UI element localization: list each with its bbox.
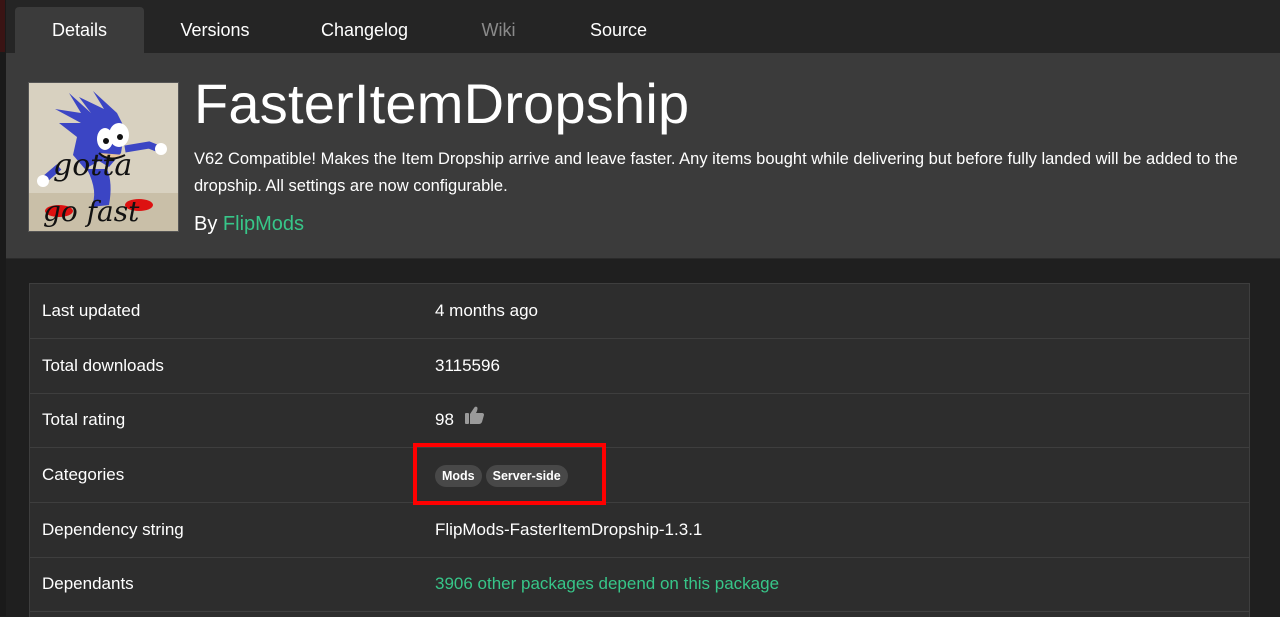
rating-value: 98 (435, 410, 454, 429)
tab-bar: Details Versions Changelog Wiki Source (6, 0, 1280, 53)
dependency-string-value[interactable]: FlipMods-FasterItemDropship-1.3.1 (435, 503, 702, 557)
row-value: 4 months ago (435, 301, 539, 320)
details-table: Last updated 4 months ago Total download… (29, 283, 1250, 617)
row-label: Categories (42, 465, 125, 484)
tab-wiki[interactable]: Wiki (456, 7, 541, 53)
thumbs-up-icon[interactable] (464, 392, 484, 446)
tab-source[interactable]: Source (566, 7, 671, 53)
row-label: Total rating (42, 410, 126, 429)
window-edge-accent (0, 0, 5, 52)
package-thumbnail: gotta go fast (28, 82, 179, 232)
dependants-link[interactable]: 3906 other packages depend on this packa… (435, 557, 779, 611)
table-row-categories: Categories Mods Server-side (30, 448, 1249, 503)
svg-text:gotta: gotta (53, 148, 132, 183)
table-row-dependency-string: Dependency string FlipMods-FasterItemDro… (30, 503, 1249, 558)
highlight-box (413, 443, 606, 505)
table-row-total-downloads: Total downloads 3115596 (30, 339, 1249, 394)
row-label: Dependants (42, 574, 134, 593)
svg-text:go fast: go fast (43, 195, 140, 228)
row-label: Total downloads (42, 356, 164, 375)
row-value: 3115596 (435, 356, 500, 375)
header-divider (6, 258, 1280, 259)
table-row-dependants: Dependants 3906 other packages depend on… (30, 557, 1249, 612)
row-label: Dependency string (42, 520, 184, 539)
table-row-last-updated: Last updated 4 months ago (30, 284, 1249, 339)
tab-details[interactable]: Details (15, 7, 144, 53)
rating-value-container: 98 (435, 393, 484, 448)
package-title: FasterItemDropship (194, 72, 690, 135)
package-byline: By FlipMods (194, 213, 304, 236)
tab-versions[interactable]: Versions (151, 7, 279, 53)
author-link[interactable]: FlipMods (223, 213, 304, 235)
sonic-drawing-icon: gotta go fast (29, 83, 178, 231)
tab-changelog[interactable]: Changelog (296, 7, 433, 53)
row-label: Last updated (42, 301, 141, 320)
table-row-total-rating: Total rating 98 (30, 393, 1249, 448)
package-header: gotta go fast FasterItemDropship V62 Com… (6, 53, 1280, 258)
package-description: V62 Compatible! Makes the Item Dropship … (194, 150, 1238, 195)
by-label: By (194, 213, 218, 235)
